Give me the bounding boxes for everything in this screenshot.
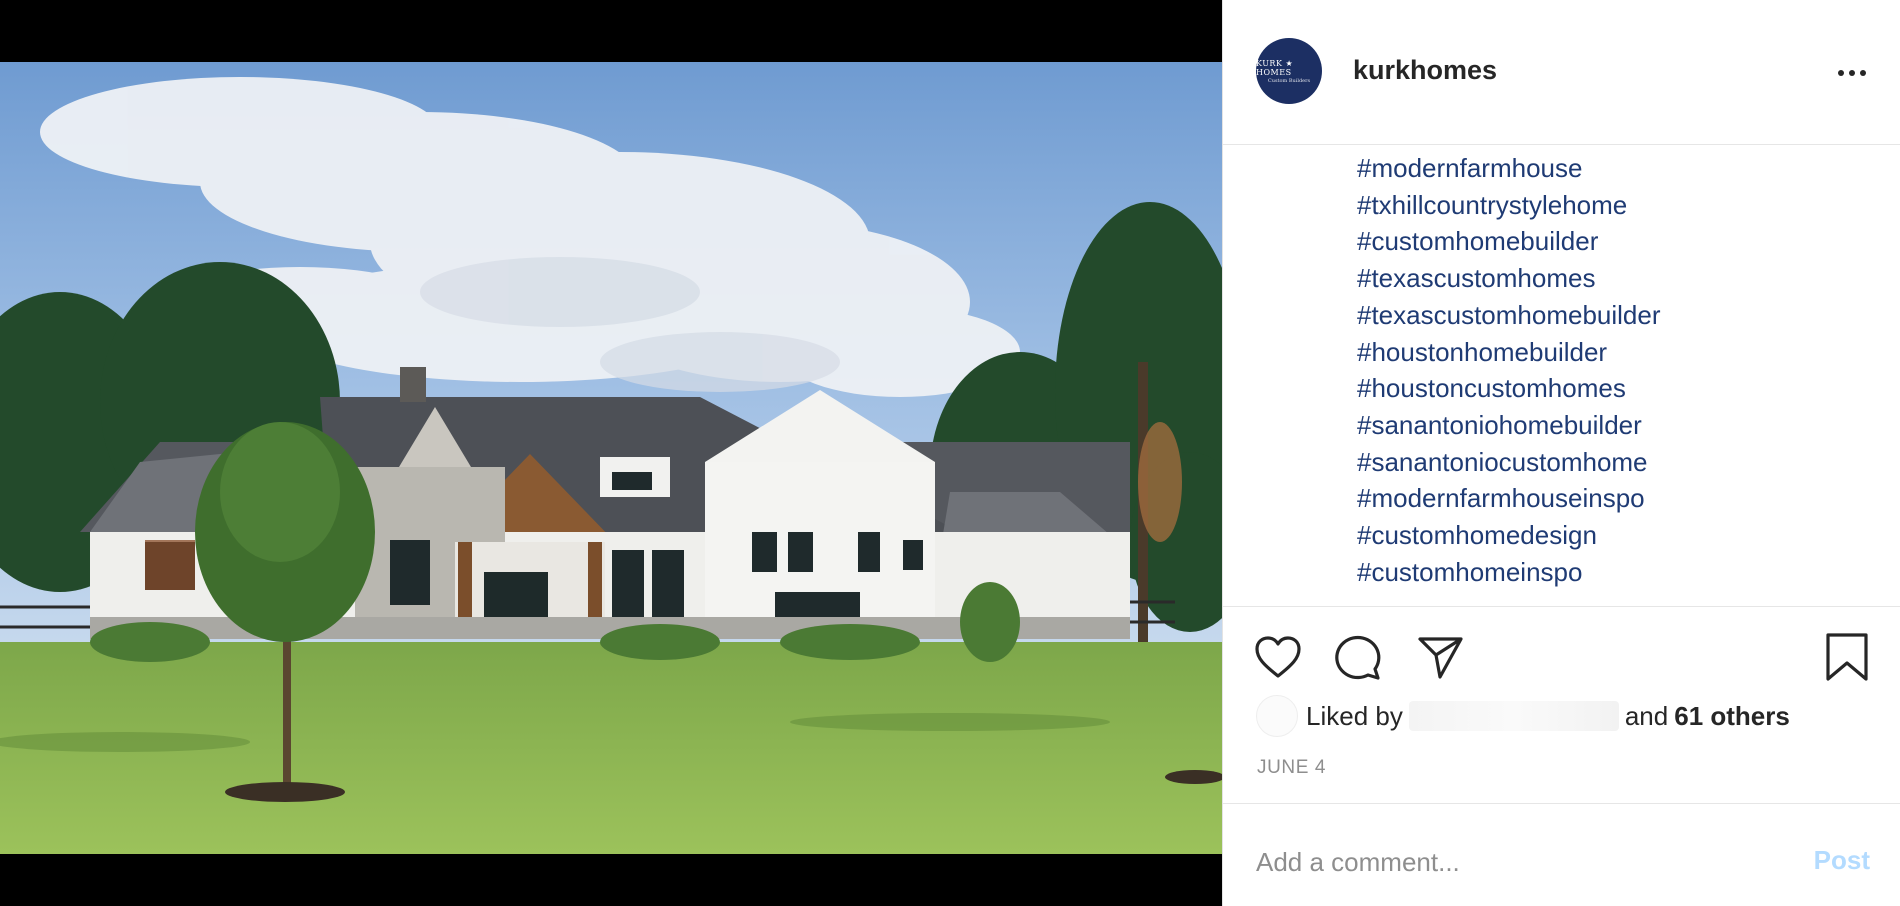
username-link[interactable]: kurkhomes	[1353, 55, 1497, 86]
more-dot	[1849, 70, 1855, 76]
more-options-icon[interactable]	[1834, 58, 1870, 88]
hashtag-link[interactable]: #txhillcountrystylehome	[1357, 187, 1877, 224]
more-dot	[1860, 70, 1866, 76]
hashtag-link[interactable]: #houstonhomebuilder	[1357, 334, 1877, 371]
hashtag-link[interactable]: #sanantoniocustomhome	[1357, 444, 1877, 481]
hashtag-link[interactable]: #houstoncustomhomes	[1357, 370, 1877, 407]
divider	[1223, 606, 1900, 607]
likes-and: and	[1624, 700, 1669, 731]
likes-prefix: Liked by	[1306, 700, 1403, 731]
post-actions	[1223, 620, 1900, 690]
post-details-panel: KURK ★ HOMES Custom Builders kurkhomes #…	[1222, 0, 1900, 906]
comment-icon[interactable]	[1331, 630, 1385, 684]
redacted-username	[1408, 701, 1619, 731]
post-header: KURK ★ HOMES Custom Builders kurkhomes	[1223, 0, 1900, 145]
heart-icon[interactable]	[1251, 630, 1305, 684]
avatar-logo-text: KURK ★ HOMES	[1256, 58, 1294, 77]
more-dot	[1838, 70, 1844, 76]
divider	[1223, 803, 1900, 804]
hashtag-link[interactable]: #texascustomhomes	[1357, 260, 1877, 297]
liker-avatar[interactable]	[1256, 695, 1298, 737]
hashtag-link[interactable]: #customhomedesign	[1357, 517, 1877, 554]
avatar-logo-subtext: Custom Builders	[1267, 77, 1311, 84]
hashtag-link[interactable]: #sanantoniohomebuilder	[1357, 407, 1877, 444]
post-date[interactable]: JUNE 4	[1257, 757, 1326, 779]
hashtag-link[interactable]: #customhomebuilder	[1357, 223, 1877, 260]
avatar[interactable]: KURK ★ HOMES Custom Builders	[1256, 38, 1322, 104]
comment-input[interactable]	[1256, 842, 1726, 882]
post-comment-button[interactable]: Post	[1814, 845, 1870, 876]
bookmark-icon[interactable]	[1820, 630, 1874, 684]
hashtag-link[interactable]: #modernfarmhouse	[1357, 150, 1877, 187]
post-media[interactable]	[0, 0, 1222, 906]
hashtag-link[interactable]: #customhomeinspo	[1357, 554, 1877, 590]
likes-summary: Liked by and 61 others	[1256, 695, 1790, 737]
likes-others-link[interactable]: 61 others	[1674, 701, 1790, 732]
hashtag-link[interactable]: #modernfarmhouseinspo	[1357, 480, 1877, 517]
house-photo[interactable]	[0, 62, 1222, 854]
hashtag-link[interactable]: #texascustomhomebuilder	[1357, 297, 1877, 334]
paper-plane-icon[interactable]	[1413, 630, 1467, 684]
post-caption: #modernfarmhouse #txhillcountrystylehome…	[1357, 150, 1877, 590]
